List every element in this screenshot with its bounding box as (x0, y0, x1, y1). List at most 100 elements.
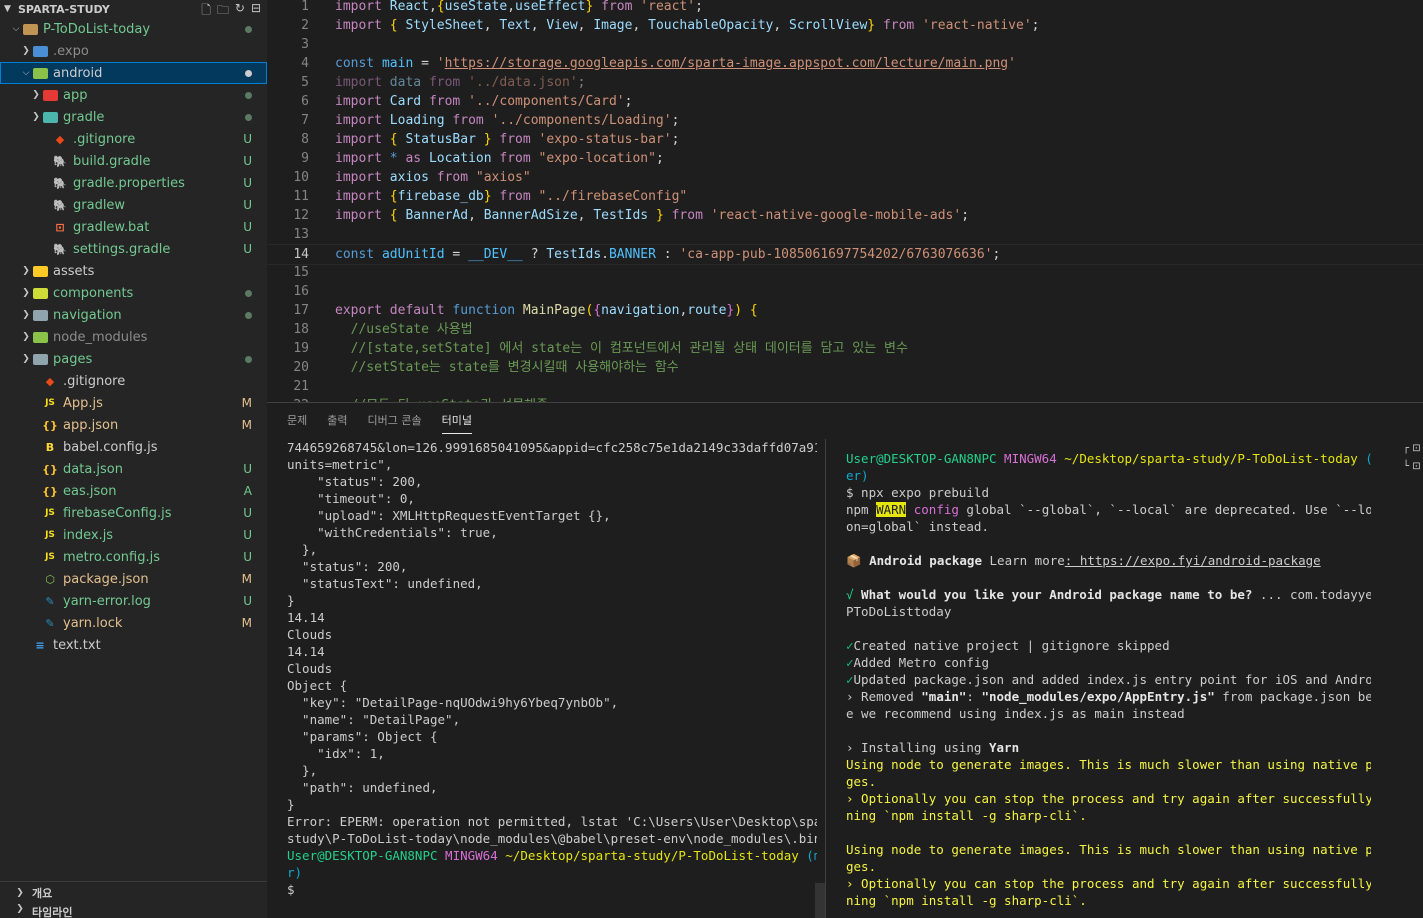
tree-item[interactable]: ❯ gradle (0, 106, 267, 128)
tree-item[interactable]: JS App.js M (0, 392, 267, 414)
js-file-icon: JS (45, 398, 55, 408)
code-line[interactable]: 1 import React,{useState,useEffect} from … (267, 0, 1423, 16)
gradle-file-icon: 🐘 (53, 176, 67, 190)
workspace-title: SPARTA-STUDY (18, 2, 110, 16)
code-line[interactable]: 7 import Loading from '../components/Load… (267, 111, 1423, 130)
tree-item[interactable]: Bbabel.config.js (0, 436, 267, 458)
code-line[interactable]: 12 import { BannerAd, BannerAdSize, TestI… (267, 206, 1423, 225)
terminal-icon[interactable]: ┌ ⊡ (1403, 443, 1423, 461)
tree-item[interactable]: ◆ .gitignore (0, 370, 267, 392)
code-line[interactable]: 8 import { StatusBar } from 'expo-status-… (267, 130, 1423, 149)
tree-item[interactable]: {} app.json M (0, 414, 267, 436)
tree-item[interactable]: ⬡ package.json M (0, 568, 267, 590)
code-text: import axios from "axios" (335, 170, 531, 185)
js-file-icon: JS (45, 552, 55, 562)
terminal-left-scrollbar[interactable] (815, 883, 825, 918)
code-line[interactable]: 13 (267, 225, 1423, 244)
gradle-file-icon: 🐘 (53, 198, 67, 212)
tree-item[interactable]: ❯ node_modules (0, 326, 267, 348)
code-line[interactable]: 11 import {firebase_db} from "../firebase… (267, 187, 1423, 206)
tree-item[interactable]: JS index.js U (0, 524, 267, 546)
code-line[interactable]: 19 //[state,setState] 에서 state는 이 컴포넌트에서… (267, 339, 1423, 358)
line-number: 21 (293, 379, 309, 394)
question-text: What would you like your Android package… (853, 587, 1253, 602)
code-text: import { StatusBar } from 'expo-status-b… (335, 132, 680, 147)
tree-item[interactable]: ❯ navigation (0, 304, 267, 326)
tree-item-label: components (53, 285, 134, 301)
git-status-badge: U (243, 176, 252, 190)
tree-item[interactable]: ⌵ P-ToDoList-today (0, 18, 267, 40)
code-line[interactable]: 6 import Card from '../components/Card'; (267, 92, 1423, 111)
git-status-badge: U (243, 528, 252, 542)
package-icon: 📦 (846, 553, 862, 568)
tree-item[interactable]: ❯ .expo (0, 40, 267, 62)
tree-item[interactable]: 🐘 gradle.properties U (0, 172, 267, 194)
line-number: 9 (301, 151, 309, 166)
git-status-badge: M (241, 418, 252, 432)
bat-file-icon: ⊡ (55, 220, 65, 234)
code-line[interactable]: 16 (267, 282, 1423, 301)
txt-file-icon: ≡ (35, 638, 45, 652)
prompt-shell: MINGW64 (445, 848, 498, 863)
tree-item[interactable]: ◆ .gitignore U (0, 128, 267, 150)
check-line: Created native project | gitignore skipp… (853, 638, 1170, 653)
terminal-left-output: 744659268745&lon=126.9991685041095&appid… (287, 440, 817, 846)
terminal-list: ┌ ⊡ └ ⊡ (1403, 443, 1423, 479)
code-line[interactable]: 5 import data from '../data.json'; (267, 73, 1423, 92)
tree-item[interactable]: JS firebaseConfig.js U (0, 502, 267, 524)
line-number: 3 (301, 37, 309, 52)
code-line[interactable]: 21 (267, 377, 1423, 396)
tab-debug-console[interactable]: 디버그 콘솔 (368, 403, 422, 439)
sharp-tip: › Optionally you can stop the process an… (846, 791, 1371, 823)
tab-terminal[interactable]: 터미널 (441, 409, 472, 434)
package-link[interactable]: : https://expo.fyi/android-package (1065, 553, 1321, 568)
tree-item[interactable]: 🐘 settings.gradle U (0, 238, 267, 260)
tree-item-label: app.json (63, 417, 119, 433)
git-status-badge: U (243, 506, 252, 520)
tree-item[interactable]: ✎ yarn-error.log U (0, 590, 267, 612)
code-line[interactable]: 3 (267, 35, 1423, 54)
tree-item[interactable]: ≡ text.txt (0, 634, 267, 656)
code-line[interactable]: 2 import { StyleSheet, Text, View, Image,… (267, 16, 1423, 35)
code-line[interactable]: 17 export default function MainPage({navi… (267, 301, 1423, 320)
code-editor[interactable]: 1 import React,{useState,useEffect} from … (267, 0, 1423, 402)
code-text: //useState 사용법 (350, 322, 473, 337)
tab-problems[interactable]: 문제 (287, 403, 307, 439)
git-status-badge: M (241, 396, 252, 410)
code-line[interactable]: 20 //setState는 state를 변경시킬때 사용해야하는 함수 (267, 358, 1423, 377)
terminal-right[interactable]: User@DESKTOP-GAN8NPC MINGW64 ~/Desktop/s… (846, 439, 1371, 918)
tree-item[interactable]: 🐘 gradlew U (0, 194, 267, 216)
code-line[interactable]: 18 //useState 사용법 (267, 320, 1423, 339)
tree-item[interactable]: {} data.json U (0, 458, 267, 480)
code-line[interactable]: 9 import * as Location from "expo-locatio… (267, 149, 1423, 168)
tree-item[interactable]: ❯ pages (0, 348, 267, 370)
code-line[interactable]: 4 const main = 'https://storage.googleapi… (267, 54, 1423, 73)
outline-section[interactable]: ❯ 개요 (0, 882, 267, 904)
tree-item-label: gradlew.bat (73, 219, 150, 235)
tree-item[interactable]: {} eas.json A (0, 480, 267, 502)
tree-item[interactable]: ⊡ gradlew.bat U (0, 216, 267, 238)
git-status-badge: U (243, 154, 252, 168)
tree-item[interactable]: ⌵ android (0, 62, 267, 84)
tree-item[interactable]: ❯ components (0, 282, 267, 304)
code-line[interactable]: 15 (267, 263, 1423, 282)
chevron-right-icon: ❯ (22, 310, 30, 320)
tab-output[interactable]: 출력 (327, 403, 347, 439)
chevron-right-icon: ❯ (22, 332, 30, 342)
tree-item[interactable]: JS metro.config.js U (0, 546, 267, 568)
chevron-right-icon: ❯ (22, 46, 30, 56)
code-text: import {firebase_db} from "../firebaseCo… (335, 189, 688, 204)
code-text: //setState는 state를 변경시킬때 사용해야하는 함수 (350, 360, 679, 375)
git-status-badge: M (241, 572, 252, 586)
code-line[interactable]: 14 const adUnitId = __DEV__ ? TestIds.BAN… (267, 244, 1423, 265)
code-line[interactable]: 10 import axios from "axios" (267, 168, 1423, 187)
terminal-left[interactable]: 744659268745&lon=126.9991685041095&appid… (287, 439, 817, 918)
terminal-icon[interactable]: └ ⊡ (1403, 461, 1423, 479)
tree-item[interactable]: 🐘 build.gradle U (0, 150, 267, 172)
timeline-section[interactable]: ❯ 타임라인 (0, 904, 267, 918)
line-number: 4 (301, 56, 309, 71)
tree-item[interactable]: ❯ app (0, 84, 267, 106)
terminal-split-divider[interactable] (825, 439, 826, 918)
tree-item[interactable]: ✎ yarn.lock M (0, 612, 267, 634)
tree-item[interactable]: ❯ assets (0, 260, 267, 282)
